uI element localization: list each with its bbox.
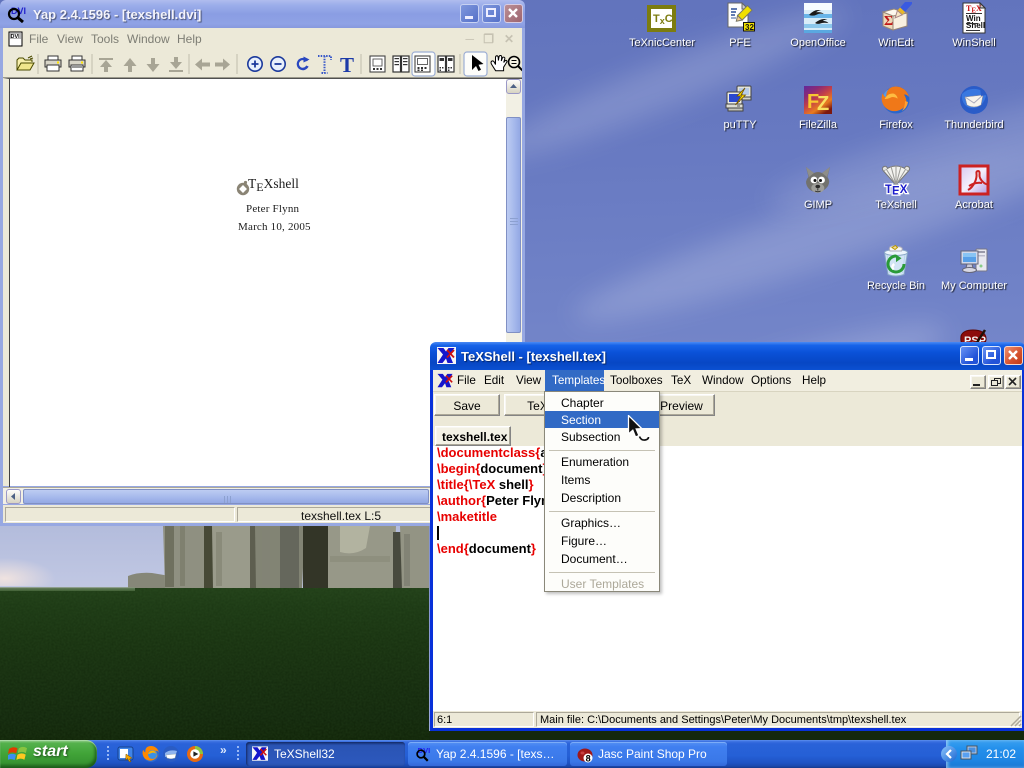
svg-text:Shell: Shell (966, 21, 985, 30)
svg-text:32: 32 (745, 23, 754, 32)
svg-text:TEX: TEX (885, 184, 908, 196)
svg-text:DVI: DVI (11, 34, 21, 40)
svg-text:8: 8 (586, 754, 591, 764)
svg-text:Σ: Σ (884, 14, 893, 29)
svg-text:TEX: TEX (966, 4, 982, 15)
svg-text:Z: Z (817, 93, 829, 115)
svg-text:T: T (340, 53, 354, 77)
